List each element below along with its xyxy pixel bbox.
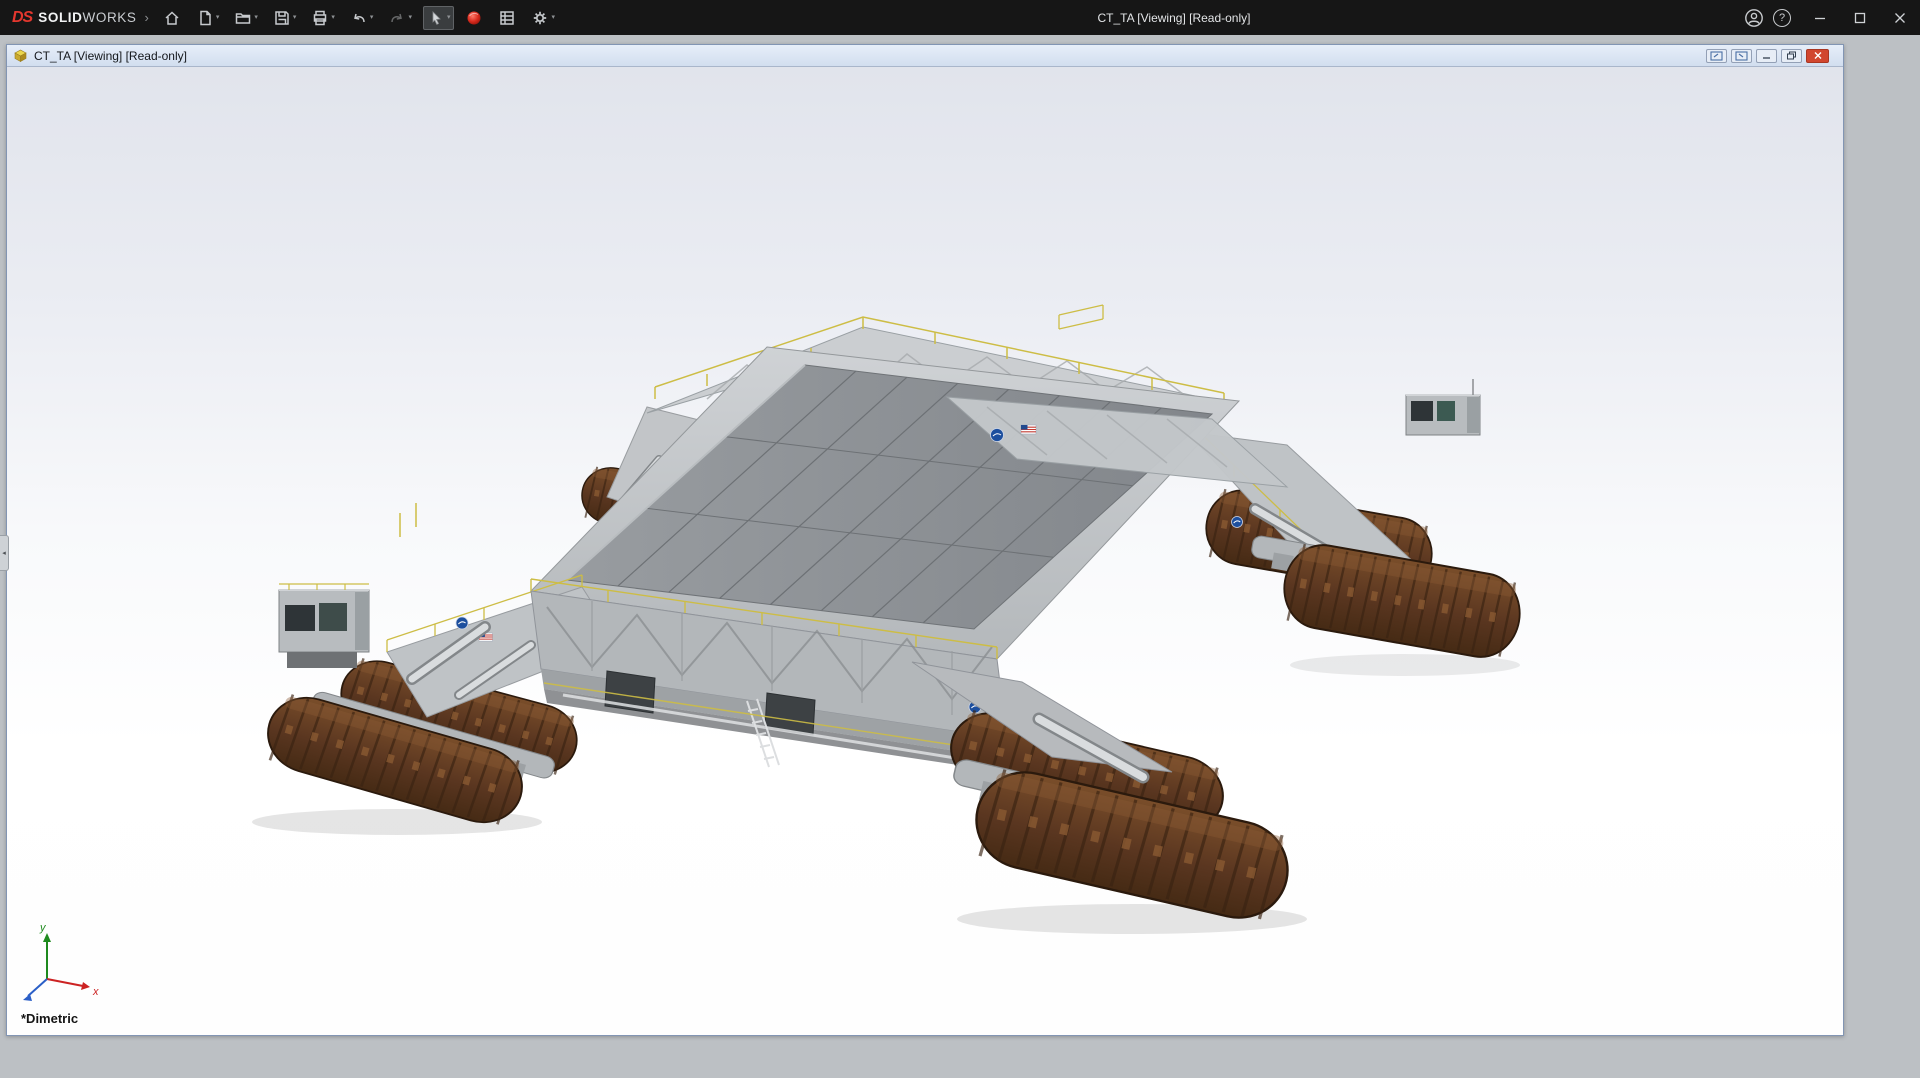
options-button[interactable]: ▾ [527, 6, 559, 30]
us-flag [1021, 425, 1036, 434]
viewport-3d[interactable]: x y *Dimetric [7, 67, 1843, 1035]
dropdown-caret[interactable]: ▾ [331, 14, 335, 21]
undo-button[interactable]: ▾ [346, 6, 378, 30]
dropdown-caret[interactable]: ▾ [447, 14, 451, 21]
maximize-button[interactable] [1840, 0, 1880, 35]
triad-x-label: x [92, 986, 99, 998]
document-window: CT_TA [Viewing] [Read-only] [6, 44, 1844, 1036]
document-close-button[interactable] [1806, 49, 1829, 63]
dropdown-caret[interactable]: ▾ [216, 14, 220, 21]
crawler-model-group [252, 305, 1526, 934]
dropdown-caret[interactable]: ▾ [293, 14, 297, 21]
open-button[interactable]: ▾ [230, 6, 262, 30]
options-gear-icon [531, 9, 549, 27]
ds-logo-mark: DS [12, 9, 32, 27]
document-minimize-button[interactable] [1756, 49, 1777, 63]
document-titlebar: CT_TA [Viewing] [Read-only] [7, 45, 1843, 67]
undo-icon [350, 9, 368, 27]
document-restore-button[interactable] [1781, 49, 1802, 63]
logo-text-solid: SOLID [38, 10, 82, 25]
maximize-icon [1854, 12, 1866, 24]
help-icon: ? [1773, 9, 1791, 27]
3dexperience-icon [465, 9, 483, 27]
help-button[interactable]: ? [1773, 9, 1791, 27]
window-tool-button-right[interactable] [1731, 49, 1752, 63]
save-button[interactable]: ▾ [269, 6, 301, 30]
app-titlebar: DS SOLIDWORKS › ▾ ▾ ▾ ▾ [0, 0, 1920, 35]
quick-access-toolbar: ▾ ▾ ▾ ▾ ▾ ▾ ▾ [159, 6, 559, 30]
right-cab [1406, 379, 1480, 435]
logo-flyout-chevron[interactable]: › [145, 10, 149, 25]
titlebar-right-controls: ? [1744, 0, 1920, 35]
minimize-icon [1814, 12, 1826, 24]
print-icon [311, 9, 329, 27]
open-icon [234, 9, 252, 27]
save-icon [273, 9, 291, 27]
home-button[interactable] [159, 6, 185, 30]
user-account-button[interactable] [1744, 8, 1764, 28]
nasa-meatball-logo [1232, 517, 1243, 528]
select-tool-button[interactable]: ▾ [423, 6, 455, 30]
print-button[interactable]: ▾ [307, 6, 339, 30]
new-document-icon [196, 9, 214, 27]
left-cab [279, 584, 369, 668]
document-window-controls [1706, 49, 1837, 63]
solidworks-logo: DS SOLIDWORKS [12, 9, 137, 27]
document-report-icon [498, 9, 516, 27]
dropdown-caret[interactable]: ▾ [370, 14, 374, 21]
redo-icon [388, 9, 406, 27]
document-report-button[interactable] [494, 6, 520, 30]
minimize-button[interactable] [1800, 0, 1840, 35]
window-tool-button-left[interactable] [1706, 49, 1727, 63]
triad-y-label: y [39, 922, 47, 934]
home-icon [163, 9, 181, 27]
crawler-transporter-model: x y [7, 67, 1843, 1035]
select-cursor-icon [427, 9, 445, 27]
view-orientation-label: *Dimetric [21, 1011, 78, 1026]
app-window-title: CT_TA [Viewing] [Read-only] [1098, 11, 1251, 25]
solidworks-app: DS SOLIDWORKS › ▾ ▾ ▾ ▾ [0, 0, 1920, 1078]
user-account-icon [1744, 8, 1764, 28]
3dexperience-button[interactable] [461, 6, 487, 30]
document-title: CT_TA [Viewing] [Read-only] [34, 49, 187, 63]
close-icon [1813, 51, 1823, 60]
close-button[interactable] [1880, 0, 1920, 35]
orientation-triad: x y [23, 922, 99, 1001]
dropdown-caret[interactable]: ▾ [408, 14, 412, 21]
assembly-document-icon [13, 48, 28, 63]
panel-collapse-handle[interactable]: ◂ [0, 535, 9, 571]
dropdown-caret[interactable]: ▾ [254, 14, 258, 21]
nasa-meatball-logo [456, 617, 468, 629]
minimize-icon [1761, 51, 1772, 60]
logo-text-works: WORKS [83, 10, 137, 25]
dropdown-caret[interactable]: ▾ [551, 14, 555, 21]
window-pane-icon [1735, 51, 1748, 61]
window-pane-icon [1710, 51, 1723, 61]
close-icon [1894, 12, 1906, 24]
new-document-button[interactable]: ▾ [192, 6, 224, 30]
nasa-meatball-logo [991, 429, 1004, 442]
restore-icon [1786, 51, 1797, 60]
redo-button[interactable]: ▾ [384, 6, 416, 30]
